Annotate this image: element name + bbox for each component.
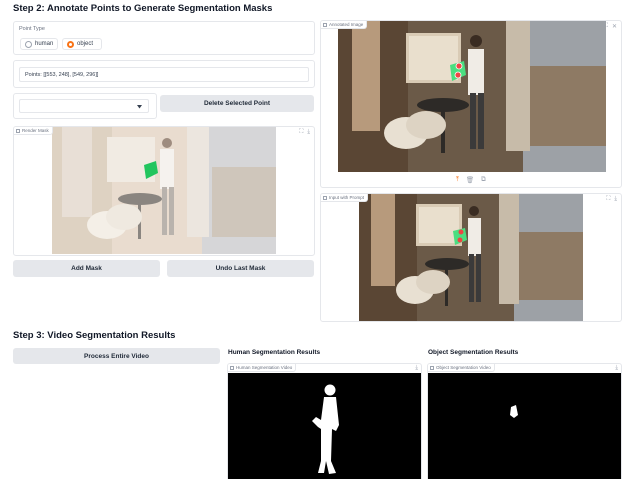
trash-icon[interactable]: 🗑 (466, 176, 474, 184)
render-mask-tag: Render Mask (14, 127, 53, 135)
fullscreen-icon[interactable]: ⛶ (604, 23, 608, 30)
image-icon (323, 22, 327, 27)
radio-object[interactable]: object (62, 38, 102, 50)
annotated-image-actions: ⛶ ✕ (604, 23, 617, 30)
close-icon[interactable]: ✕ (612, 23, 617, 30)
points-panel: Points: [[553, 248], [549, 296]] (13, 60, 315, 88)
radio-human-label: human (35, 41, 54, 47)
input-prompt-actions: ⛶ ⤓ (606, 196, 617, 203)
image-icon (323, 195, 327, 200)
annotated-image-label: Annotated Image (329, 22, 364, 27)
copy-icon[interactable]: ⧉ (481, 176, 486, 184)
annotated-image (338, 21, 606, 172)
input-prompt-label: Input with Prompt (329, 195, 365, 200)
point-select-panel (13, 93, 157, 119)
object-video-player[interactable] (428, 373, 622, 479)
download-icon[interactable]: ⤓ (307, 129, 310, 136)
input-prompt-panel: Input with Prompt ⛶ ⤓ (320, 193, 622, 322)
human-video-tag: Human Segmentation Video (228, 364, 297, 372)
input-prompt-image (359, 194, 583, 321)
point-type-label: Point Type (19, 26, 45, 32)
video-icon (230, 365, 234, 370)
add-mask-button[interactable]: Add Mask (13, 260, 160, 277)
render-mask-label: Render Mask (22, 128, 49, 133)
video-icon (430, 365, 434, 370)
annotated-image-toolbar: ⤒ 🗑 ⧉ (456, 176, 486, 184)
radio-object-label: object (77, 41, 94, 47)
human-video-label: Human Segmentation Video (236, 365, 293, 370)
upload-icon[interactable]: ⤒ (456, 176, 459, 184)
annotated-image-tag: Annotated Image (321, 21, 368, 29)
human-video-panel: Human Segmentation Video ⤓ (227, 363, 422, 479)
download-icon[interactable]: ⤓ (615, 365, 618, 372)
chevron-down-icon (137, 105, 142, 109)
object-video-actions: ⤓ (615, 365, 618, 372)
undo-mask-button[interactable]: Undo Last Mask (167, 260, 314, 277)
fullscreen-icon[interactable]: ⛶ (299, 129, 303, 136)
object-results-title: Object Segmentation Results (428, 349, 519, 356)
delete-point-button[interactable]: Delete Selected Point (160, 95, 314, 112)
download-icon[interactable]: ⤓ (614, 196, 617, 203)
human-video-actions: ⤓ (415, 365, 418, 372)
render-mask-image (52, 127, 276, 254)
render-mask-panel: Render Mask ⛶ ⤓ (13, 126, 315, 256)
annotated-image-panel: Annotated Image ⛶ ✕ ⤒ 🗑 ⧉ (320, 20, 622, 188)
object-video-panel: Object Segmentation Video ⤓ (427, 363, 622, 479)
step2-title: Step 2: Annotate Points to Generate Segm… (13, 3, 273, 14)
human-video-player[interactable] (228, 373, 422, 479)
points-textbox[interactable]: Points: [[553, 248], [549, 296]] (19, 67, 309, 82)
human-results-title: Human Segmentation Results (228, 349, 321, 356)
render-mask-actions: ⛶ ⤓ (299, 129, 310, 136)
point-type-panel: Point Type human object (13, 21, 315, 55)
point-select-dropdown[interactable] (19, 99, 149, 113)
radio-object-dot[interactable] (67, 40, 74, 48)
input-prompt-tag: Input with Prompt (321, 194, 369, 202)
object-video-label: Object Segmentation Video (436, 365, 491, 370)
fullscreen-icon[interactable]: ⛶ (606, 196, 610, 203)
download-icon[interactable]: ⤓ (415, 365, 418, 372)
image-icon (16, 128, 20, 133)
radio-human[interactable]: human (20, 38, 58, 50)
object-video-tag: Object Segmentation Video (428, 364, 495, 372)
radio-human-dot[interactable] (25, 40, 32, 48)
process-video-button[interactable]: Process Entire Video (13, 348, 220, 364)
step3-title: Step 3: Video Segmentation Results (13, 330, 176, 341)
